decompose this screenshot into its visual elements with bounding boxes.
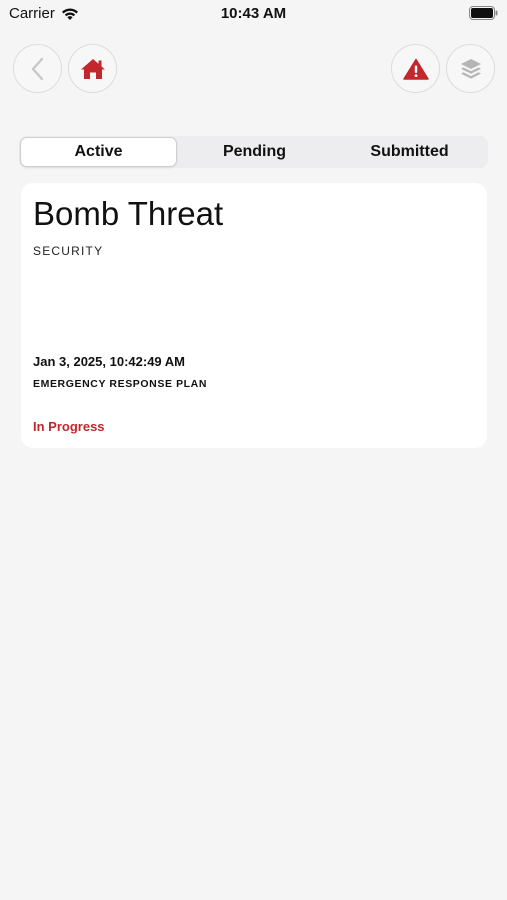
status-badge: In Progress: [33, 419, 105, 434]
back-button[interactable]: [13, 44, 62, 93]
incident-title: Bomb Threat: [33, 195, 224, 232]
chevron-left-icon: [31, 57, 43, 80]
top-navigation-bar: [0, 28, 507, 136]
incident-status-tabs: Active Pending Submitted: [19, 136, 488, 168]
layers-icon: [460, 58, 481, 79]
home-button[interactable]: [68, 44, 117, 93]
tab-pending[interactable]: Pending: [177, 137, 332, 167]
layers-button[interactable]: [446, 44, 495, 93]
home-icon: [80, 58, 105, 79]
incident-card[interactable]: Bomb Threat SECURITY Jan 3, 2025, 10:42:…: [21, 183, 487, 448]
incident-plan-name: EMERGENCY RESPONSE PLAN: [33, 378, 208, 390]
warning-triangle-icon: [402, 58, 429, 80]
tab-active[interactable]: Active: [20, 137, 177, 167]
clock: 10:43 AM: [220, 5, 287, 22]
tab-submitted[interactable]: Submitted: [332, 137, 487, 167]
status-bar: Carrier 10:43 AM: [0, 0, 507, 28]
incident-timestamp: Jan 3, 2025, 10:42:49 AM: [33, 354, 185, 369]
incident-category: SECURITY: [33, 244, 104, 258]
battery-icon: [469, 6, 498, 20]
alert-button[interactable]: [391, 44, 440, 93]
